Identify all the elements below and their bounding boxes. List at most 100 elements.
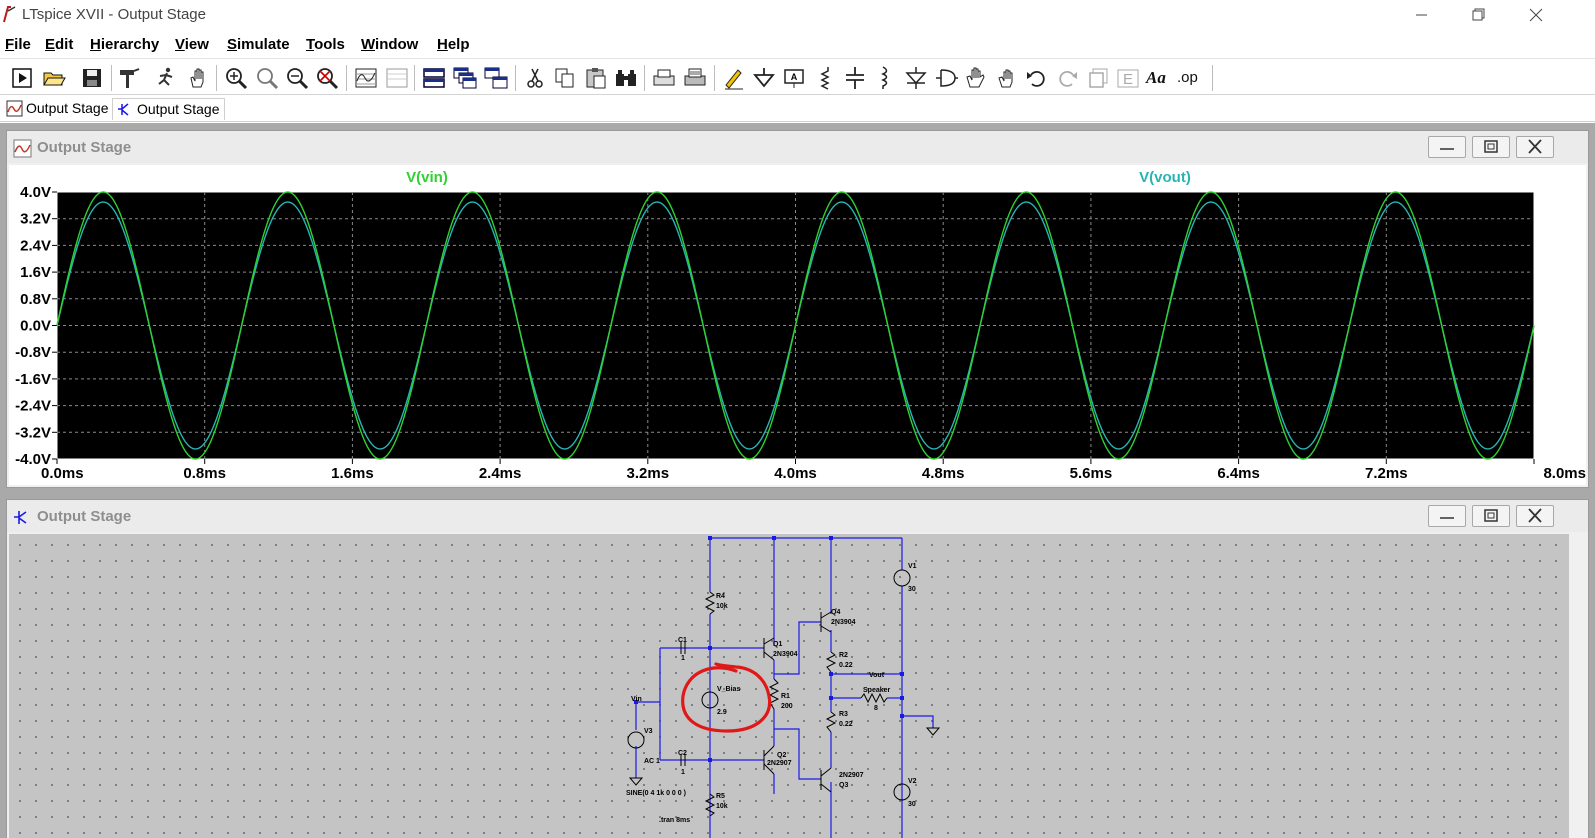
waveform-maximize-button[interactable] — [1472, 136, 1510, 158]
svg-text:AC 1: AC 1 — [644, 758, 660, 765]
svg-text:Q2: Q2 — [777, 752, 786, 759]
ground-button[interactable] — [751, 65, 777, 91]
schematic-window-title: Output Stage — [37, 508, 132, 525]
svg-text:V_Bias: V_Bias — [717, 686, 740, 693]
control-panel-button[interactable] — [116, 65, 142, 91]
svg-text:V3: V3 — [644, 728, 653, 735]
schematic-drawing[interactable]: V1 30 V2 30 R4 10k R5 10k C1 1 C2 1 Q1 2… — [9, 534, 1569, 838]
menu-simulate[interactable]: Simulate — [227, 36, 290, 53]
close-icon — [1529, 8, 1543, 22]
trace-label: V(vin) — [406, 169, 448, 186]
run-button[interactable] — [9, 65, 35, 91]
menu-tools[interactable]: Tools — [306, 36, 345, 53]
text-button[interactable]: Aa — [1146, 65, 1172, 91]
svg-text:R5: R5 — [716, 793, 725, 800]
waveform-plot[interactable]: 0.0ms 0.8ms 1.6ms 2.4ms 3.2ms 4.0ms 4.8ms 5.6ms… — [9, 165, 1586, 485]
rotate-icon — [1089, 68, 1108, 88]
x-tick-label: 0.8ms — [183, 465, 226, 482]
zoom-area-button[interactable] — [254, 65, 280, 91]
restore-button[interactable] — [1459, 4, 1499, 26]
floppy-disk-icon — [83, 69, 101, 87]
net-label-icon: A — [784, 69, 804, 88]
menu-bar: File Edit Hierarchy View Simulate Tools … — [0, 31, 1595, 57]
zoom-fit-icon — [317, 68, 339, 90]
printer-icon — [684, 68, 706, 86]
pencil-icon — [725, 69, 743, 90]
maximize-icon — [1484, 140, 1498, 153]
waveform-close-button[interactable] — [1516, 136, 1554, 158]
capacitor-button[interactable] — [842, 65, 868, 91]
waveform-window: Output Stage 0.0ms 0.8ms 1.6ms 2.4ms 3.2ms 4.… — [6, 130, 1589, 488]
copy-button[interactable] — [552, 65, 578, 91]
zoom-fit-button[interactable] — [314, 65, 340, 91]
tile-vertical-button[interactable] — [483, 65, 509, 91]
undo-button[interactable] — [1024, 65, 1050, 91]
schematic-canvas[interactable]: V1 30 V2 30 R4 10k R5 10k C1 1 C2 1 Q1 2… — [9, 534, 1569, 838]
svg-text:Q4: Q4 — [831, 609, 840, 616]
toolbar: A E Aa .op — [0, 58, 1595, 95]
svg-text:Q3: Q3 — [839, 782, 848, 789]
svg-text:R4: R4 — [716, 593, 725, 600]
pan-button[interactable] — [185, 65, 211, 91]
tile-vertical-icon — [484, 67, 508, 89]
ltspice-app: LTspice XVII - Output Stage File Edit Hi… — [0, 0, 1595, 838]
mirror-button[interactable]: E — [1115, 65, 1141, 91]
x-tick-label: 3.2ms — [627, 465, 670, 482]
minimize-button[interactable] — [1401, 4, 1441, 26]
print-preview-button[interactable] — [651, 65, 677, 91]
waveform-window-header: Output Stage — [7, 131, 1588, 163]
zoom-out-button[interactable] — [284, 65, 310, 91]
tile-horizontal-button[interactable] — [421, 65, 447, 91]
ground-icon — [753, 68, 775, 88]
y-tick-label: 2.4V — [20, 237, 51, 254]
menu-edit[interactable]: Edit — [45, 36, 73, 53]
waveform-minimize-button[interactable] — [1428, 136, 1466, 158]
cascade-button[interactable] — [452, 65, 478, 91]
svg-text:2N2907: 2N2907 — [839, 772, 864, 779]
menu-window[interactable]: Window — [361, 36, 418, 53]
schematic-close-button[interactable] — [1516, 505, 1554, 527]
zoom-in-button[interactable] — [223, 65, 249, 91]
cut-button[interactable] — [522, 65, 548, 91]
spice-directive-button[interactable]: .op — [1177, 65, 1203, 91]
print-button[interactable] — [682, 65, 708, 91]
paste-button[interactable] — [583, 65, 609, 91]
svg-text:0.22: 0.22 — [839, 662, 853, 669]
delete-traces-button[interactable] — [384, 65, 410, 91]
drag-button[interactable] — [994, 65, 1020, 91]
save-button[interactable] — [79, 65, 105, 91]
close-button[interactable] — [1516, 4, 1556, 26]
rotate-button[interactable] — [1085, 65, 1111, 91]
svg-text:2N3904: 2N3904 — [773, 651, 798, 658]
menu-view[interactable]: View — [175, 36, 209, 53]
tab-waveform[interactable]: Output Stage — [2, 98, 113, 120]
plot-pane[interactable]: 0.0ms 0.8ms 1.6ms 2.4ms 3.2ms 4.0ms 4.8ms 5.6ms… — [9, 165, 1586, 485]
capacitor-icon — [846, 67, 864, 89]
diode-button[interactable] — [903, 65, 929, 91]
halt-button[interactable] — [153, 65, 179, 91]
autorange-button[interactable] — [353, 65, 379, 91]
mirror-icon: E — [1117, 69, 1139, 88]
component-button[interactable] — [933, 65, 959, 91]
menu-help[interactable]: Help — [437, 36, 470, 53]
schematic-maximize-button[interactable] — [1472, 505, 1510, 527]
tab-schematic[interactable]: Output Stage — [112, 98, 225, 120]
menu-file[interactable]: File — [5, 36, 31, 53]
open-button[interactable] — [41, 65, 67, 91]
label-net-button[interactable]: A — [781, 65, 807, 91]
inductor-button[interactable] — [872, 65, 898, 91]
copy-icon — [555, 68, 574, 88]
redo-button[interactable] — [1054, 65, 1080, 91]
find-button[interactable] — [613, 65, 639, 91]
diode-icon — [905, 67, 927, 89]
waveform-window-title: Output Stage — [37, 139, 132, 156]
schematic-minimize-button[interactable] — [1428, 505, 1466, 527]
waveform-window-icon — [13, 139, 32, 158]
svg-text:10k: 10k — [716, 803, 728, 810]
ltspice-app-icon — [3, 6, 16, 23]
menu-hierarchy[interactable]: Hierarchy — [90, 36, 159, 53]
mdi-workspace: Output Stage 0.0ms 0.8ms 1.6ms 2.4ms 3.2ms 4.… — [0, 123, 1595, 838]
move-button[interactable] — [963, 65, 989, 91]
resistor-button[interactable] — [812, 65, 838, 91]
draw-wire-button[interactable] — [721, 65, 747, 91]
